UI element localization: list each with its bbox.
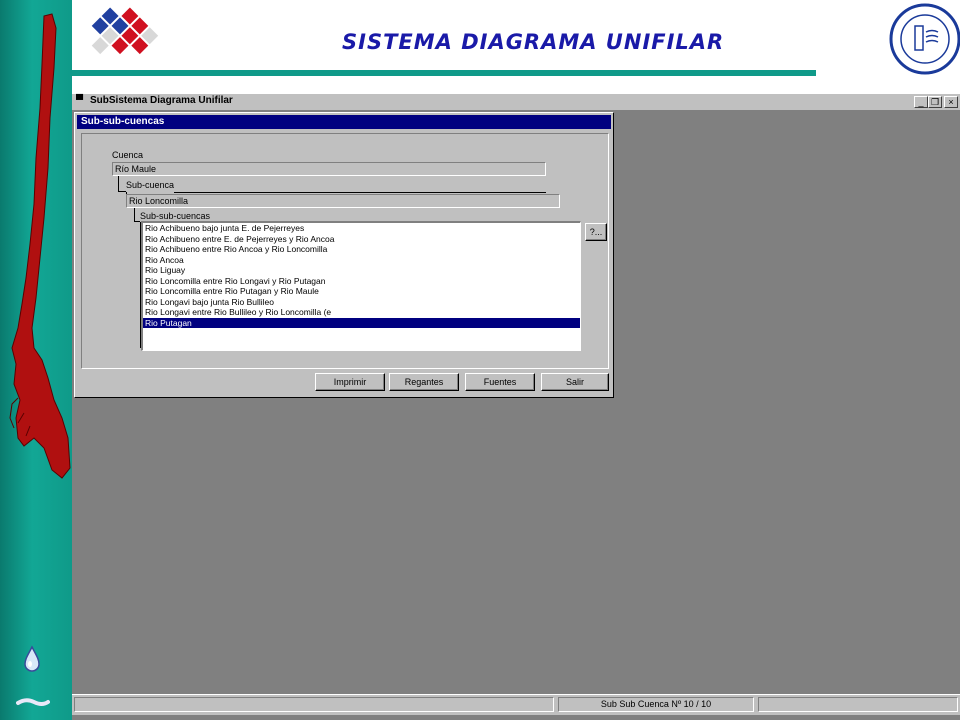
list-item[interactable]: Rio Loncomilla entre Rio Putagan y Rio M…: [143, 286, 580, 297]
print-button[interactable]: Imprimir: [315, 373, 385, 391]
app-titlebar[interactable]: ▀ SubSistema Diagrama Unifilar _ ❐ ×: [72, 94, 960, 111]
status-bar: Sub Sub Cuenca Nº 10 / 10: [72, 694, 960, 715]
irrigators-button[interactable]: Regantes: [389, 373, 459, 391]
close-button[interactable]: ×: [944, 96, 958, 108]
subcuenca-field[interactable]: Rio Loncomilla: [126, 194, 560, 208]
tree-connector: [174, 192, 546, 193]
dialog-titlebar[interactable]: Sub-sub-cuencas: [77, 115, 611, 129]
app-window-title: SubSistema Diagrama Unifilar: [90, 95, 233, 106]
list-item[interactable]: Rio Achibueno entre Rio Ancoa y Rio Lonc…: [143, 244, 580, 255]
wave-dash-icon: [16, 698, 50, 706]
dga-seal-icon: [889, 3, 960, 75]
cuenca-label: Cuenca: [112, 150, 144, 160]
list-item[interactable]: Rio Ancoa: [143, 255, 580, 266]
left-decor-strip: [0, 0, 72, 720]
title-underline: [72, 70, 816, 76]
subsubcuencas-dialog: Sub-sub-cuencas Cuenca Río Maule Sub-cue…: [74, 112, 614, 398]
list-item[interactable]: Rio Longavi bajo junta Rio Bullileo: [143, 297, 580, 308]
subsubcuencas-list[interactable]: Rio Achibueno bajo junta E. de Pejerreye…: [141, 221, 581, 351]
tree-connector: [134, 208, 135, 222]
list-item[interactable]: Rio Liguay: [143, 265, 580, 276]
list-item[interactable]: Rio Putagan: [143, 317, 580, 328]
tree-connector: [118, 176, 119, 192]
exit-button[interactable]: Salir: [541, 373, 609, 391]
app-menu-icon[interactable]: ▀: [76, 96, 86, 106]
list-item[interactable]: Rio Achibueno entre E. de Pejerreyes y R…: [143, 234, 580, 245]
record-counter: Sub Sub Cuenca Nº 10 / 10: [558, 697, 754, 712]
help-button[interactable]: ?...: [585, 223, 607, 241]
sources-button[interactable]: Fuentes: [465, 373, 535, 391]
government-logo-icon: [91, 7, 159, 55]
restore-button[interactable]: ❐: [928, 96, 942, 108]
subcuenca-label: Sub-cuenca: [126, 180, 175, 190]
list-item[interactable]: Rio Longavi entre Rio Bullileo y Rio Lon…: [143, 307, 580, 318]
app-window: ▀ SubSistema Diagrama Unifilar _ ❐ × Sub…: [72, 94, 960, 720]
status-panel-extra: [758, 697, 958, 712]
dialog-title: Sub-sub-cuencas: [81, 116, 165, 127]
page-title: Sistema Diagrama Unifilar: [342, 30, 725, 54]
tree-connector: [118, 191, 126, 192]
status-panel-main: [74, 697, 554, 712]
water-drop-icon: [24, 645, 40, 672]
cuenca-field[interactable]: Río Maule: [112, 162, 546, 176]
list-item[interactable]: Rio Loncomilla entre Rio Longavi y Rio P…: [143, 276, 580, 287]
subsubcuencas-label: Sub-sub-cuencas: [140, 211, 211, 221]
list-item[interactable]: Rio Achibueno bajo junta E. de Pejerreye…: [143, 223, 580, 234]
chile-map-icon: [9, 13, 71, 479]
minimize-button[interactable]: _: [914, 96, 928, 108]
page-header: Sistema Diagrama Unifilar: [72, 0, 960, 94]
